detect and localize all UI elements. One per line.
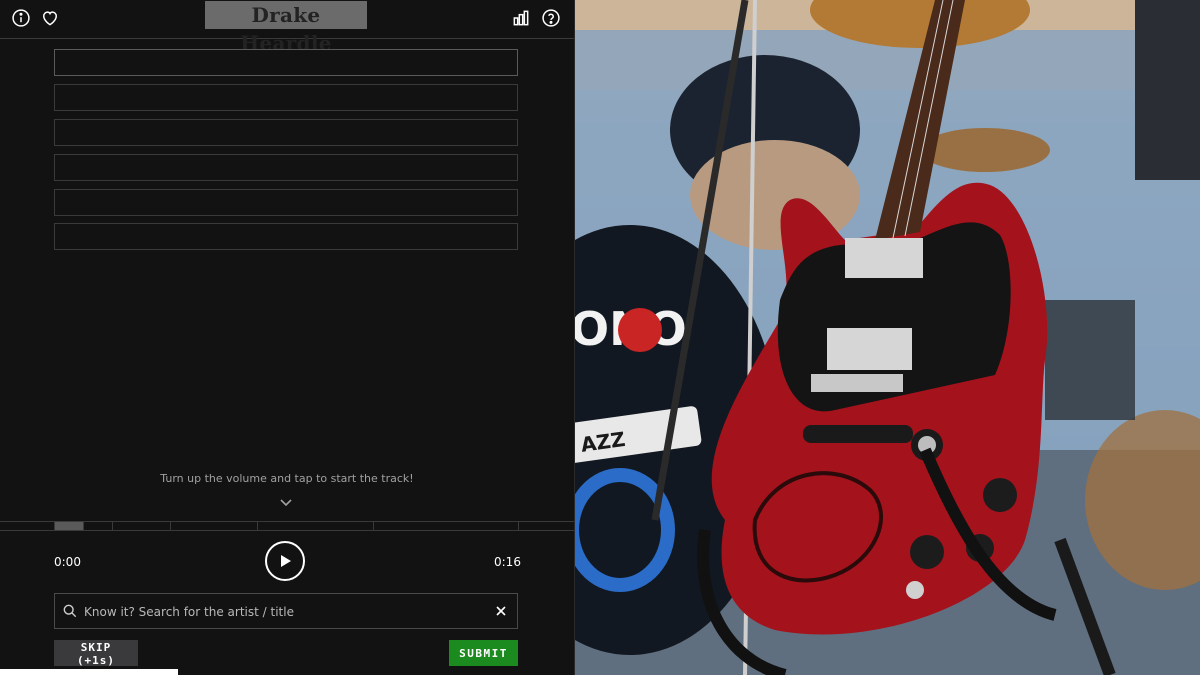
segment-divider (373, 522, 374, 530)
stats-icon (513, 10, 529, 26)
segment-divider (83, 522, 84, 530)
segment-divider (112, 522, 113, 530)
segment-divider (257, 522, 258, 530)
search-box (54, 593, 518, 629)
guitar-photo: ONO AZZ (575, 0, 1200, 675)
bottom-strip (0, 669, 178, 675)
play-button[interactable] (265, 541, 305, 581)
skip-button[interactable]: SKIP (+1s) (54, 640, 138, 667)
heart-icon (42, 11, 58, 26)
game-panel: Drake Heardle Turn up the volume and tap… (0, 0, 575, 675)
close-icon[interactable] (495, 605, 507, 617)
help-button[interactable] (538, 5, 564, 31)
search-icon (63, 604, 77, 618)
progress-fill (54, 522, 83, 530)
info-icon (12, 9, 30, 27)
page-title: Drake Heardle (205, 1, 367, 55)
top-bar: Drake Heardle (0, 0, 574, 55)
search-input[interactable] (82, 596, 486, 628)
play-icon (281, 555, 291, 567)
guess-row (54, 189, 518, 216)
segment-divider (518, 522, 519, 530)
guess-row (54, 119, 518, 146)
time-elapsed: 0:00 (54, 555, 81, 569)
guess-row (54, 49, 518, 76)
guitar-drums-image: ONO AZZ (575, 0, 1200, 675)
submit-button[interactable]: SUBMIT (449, 640, 518, 666)
guess-row (54, 84, 518, 111)
info-button[interactable] (8, 5, 34, 31)
guess-row (54, 223, 518, 250)
segment-divider (170, 522, 171, 530)
segment-divider (54, 522, 55, 530)
track-progress-bar[interactable] (0, 521, 574, 531)
guess-row (54, 154, 518, 181)
help-icon (542, 9, 560, 27)
chevron-down-icon (280, 499, 292, 507)
time-total: 0:16 (494, 555, 521, 569)
stats-button[interactable] (508, 5, 534, 31)
start-hint: Turn up the volume and tap to start the … (160, 472, 414, 485)
heart-button[interactable] (37, 5, 63, 31)
